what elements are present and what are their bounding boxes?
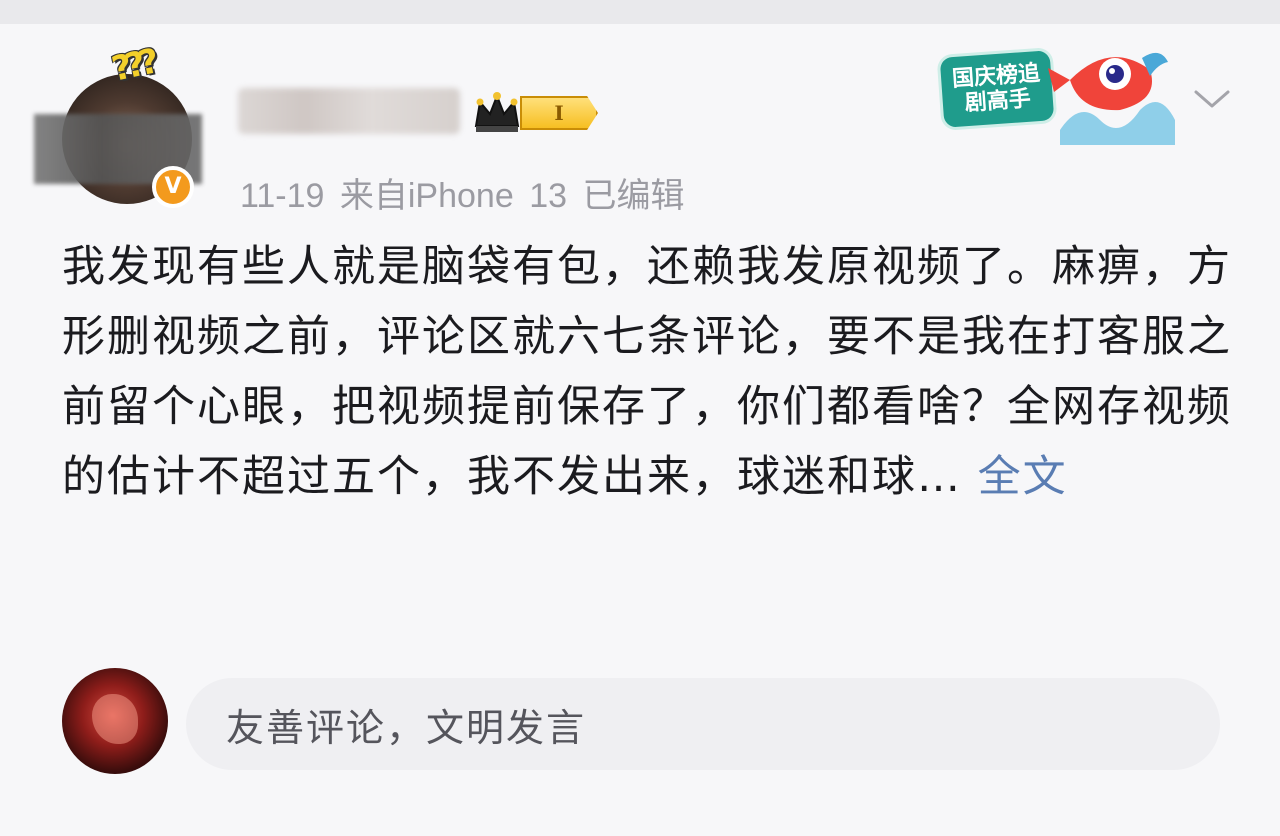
comment-placeholder: 友善评论，文明发言 xyxy=(226,705,587,750)
comment-input[interactable]: 友善评论，文明发言 xyxy=(186,678,1220,770)
top-divider xyxy=(0,0,1280,24)
commenter-avatar[interactable] xyxy=(62,668,168,774)
post-meta: 11-19 来自iPhone 13 已编辑 xyxy=(240,177,685,215)
event-medal[interactable]: 国庆榜追剧高手 xyxy=(928,40,1180,150)
user-level-badge[interactable]: I xyxy=(520,96,598,130)
author-name-blurred[interactable] xyxy=(238,88,460,134)
user-level-text: I xyxy=(554,101,564,125)
post-body: 我发现有些人就是脑袋有包，还赖我发原视频了。麻痹，方形删视频之前，评论区就六七条… xyxy=(62,232,1232,512)
expand-full-text-link[interactable]: 全文 xyxy=(978,452,1068,502)
question-marks-icon: ??? xyxy=(108,42,157,90)
chevron-down-icon[interactable] xyxy=(1192,88,1232,112)
mascot-fish-icon xyxy=(1048,52,1175,145)
verified-badge-icon: V xyxy=(152,166,194,208)
medal-label: 国庆榜追剧高手 xyxy=(939,50,1055,128)
crown-icon xyxy=(474,92,520,132)
